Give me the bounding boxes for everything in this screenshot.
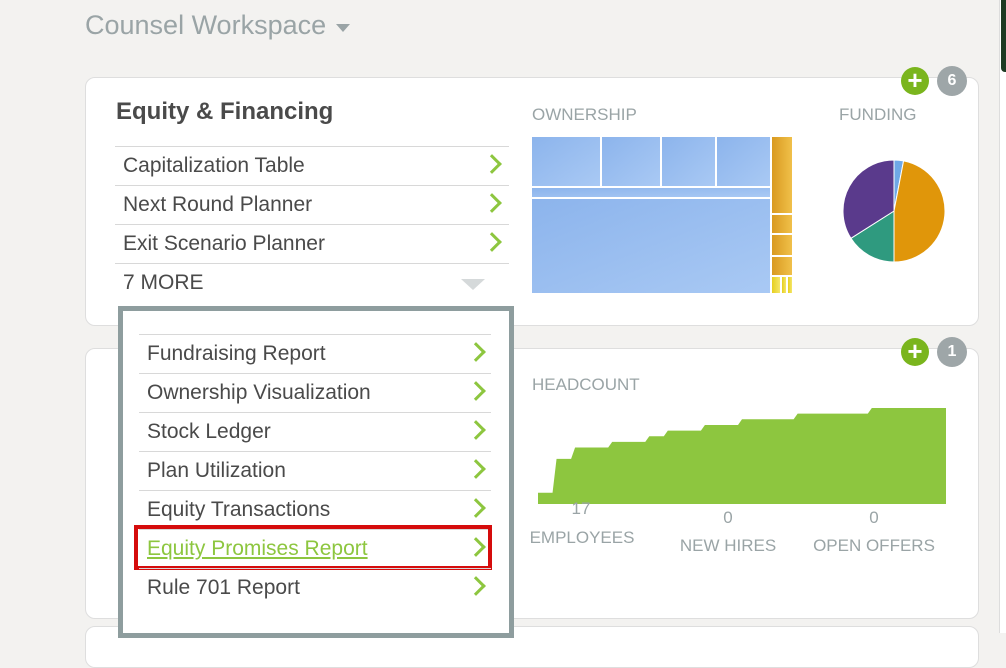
link-label: Next Round Planner (123, 193, 313, 216)
headcount-area-chart[interactable] (538, 400, 948, 504)
dropdown-item-fundraising-report[interactable]: Fundraising Report (139, 334, 491, 373)
dropdown-item-rule-701-report[interactable]: Rule 701 Report (139, 568, 491, 607)
treemap-cell (772, 235, 792, 255)
treemap-cell (772, 215, 792, 233)
new-hires-count: 0 (723, 508, 733, 527)
employees-label: EMPLOYEES (529, 528, 635, 547)
chevron-right-icon (466, 537, 486, 557)
new-hires-label: NEW HIRES (679, 536, 777, 555)
more-toggle[interactable]: 7 MORE (115, 263, 509, 302)
dropdown-item-label: Equity Transactions (147, 498, 331, 521)
chevron-right-icon (466, 576, 486, 596)
caret-down-icon[interactable] (336, 24, 350, 32)
treemap-cell (532, 188, 770, 197)
link-exit-scenario-planner[interactable]: Exit Scenario Planner (115, 224, 509, 263)
equity-link-list: Capitalization Table Next Round Planner … (115, 146, 509, 302)
treemap-cell (772, 137, 792, 213)
dropdown-item-label: Fundraising Report (147, 342, 326, 365)
chevron-right-icon (466, 342, 486, 362)
chevron-right-icon (466, 420, 486, 440)
workspace-title[interactable]: Counsel Workspace (85, 10, 326, 41)
headcount-area (538, 408, 946, 504)
chevron-right-icon (482, 193, 502, 213)
right-edge-panel (999, 0, 1006, 633)
chevron-right-icon (466, 381, 486, 401)
dropdown-item-ownership-visualization[interactable]: Ownership Visualization (139, 373, 491, 412)
chevron-right-icon (466, 498, 486, 518)
add-icon[interactable]: + (901, 67, 929, 95)
right-edge-dark-strip (1001, 0, 1006, 72)
funding-pie-chart[interactable] (840, 157, 948, 265)
headcount-label: HEADCOUNT (532, 375, 640, 394)
dropdown-list: Fundraising Report Ownership Visualizati… (134, 334, 492, 607)
treemap-cell (772, 277, 780, 293)
more-label: 7 MORE (123, 271, 204, 294)
treemap-cell (532, 199, 770, 293)
dropdown-item-label: Plan Utilization (147, 459, 286, 482)
ownership-treemap[interactable] (532, 137, 794, 293)
chevron-right-icon (482, 232, 502, 252)
dropdown-item-label: Stock Ledger (147, 420, 271, 443)
treemap-cell (788, 277, 792, 293)
card-title: Equity & Financing (116, 98, 334, 125)
treemap-cell (717, 137, 770, 186)
add-icon[interactable]: + (901, 338, 929, 366)
chevron-right-icon (466, 459, 486, 479)
open-offers-count: 0 (869, 508, 879, 527)
link-next-round-planner[interactable]: Next Round Planner (115, 185, 509, 224)
link-label: Capitalization Table (123, 154, 305, 177)
treemap-cell (532, 137, 600, 186)
dropdown-item-equity-transactions[interactable]: Equity Transactions (139, 490, 491, 529)
dropdown-item-label[interactable]: Equity Promises Report (147, 537, 368, 561)
dropdown-item-label: Rule 701 Report (147, 576, 300, 599)
treemap-cell (772, 257, 792, 275)
open-offers-label: OPEN OFFERS (813, 536, 935, 555)
caret-down-icon (461, 279, 485, 290)
dropdown-item-label: Ownership Visualization (147, 381, 371, 404)
dropdown-item-plan-utilization[interactable]: Plan Utilization (139, 451, 491, 490)
link-label: Exit Scenario Planner (123, 232, 325, 255)
funding-label: FUNDING (839, 105, 917, 124)
ownership-label: OWNERSHIP (532, 105, 637, 124)
employees-count: 17 (571, 499, 591, 518)
link-capitalization-table[interactable]: Capitalization Table (115, 146, 509, 185)
dropdown-item-equity-promises-report[interactable]: Equity Promises Report (134, 525, 492, 570)
count-badge: 1 (937, 337, 967, 367)
treemap-cell (602, 137, 660, 186)
treemap-cell (662, 137, 715, 186)
treemap-cell (782, 277, 786, 293)
chevron-right-icon (482, 154, 502, 174)
count-badge: 6 (937, 66, 967, 96)
pie-slice-1 (893, 160, 946, 263)
dropdown-item-stock-ledger[interactable]: Stock Ledger (139, 412, 491, 451)
more-dropdown-menu: Fundraising Report Ownership Visualizati… (118, 306, 514, 638)
